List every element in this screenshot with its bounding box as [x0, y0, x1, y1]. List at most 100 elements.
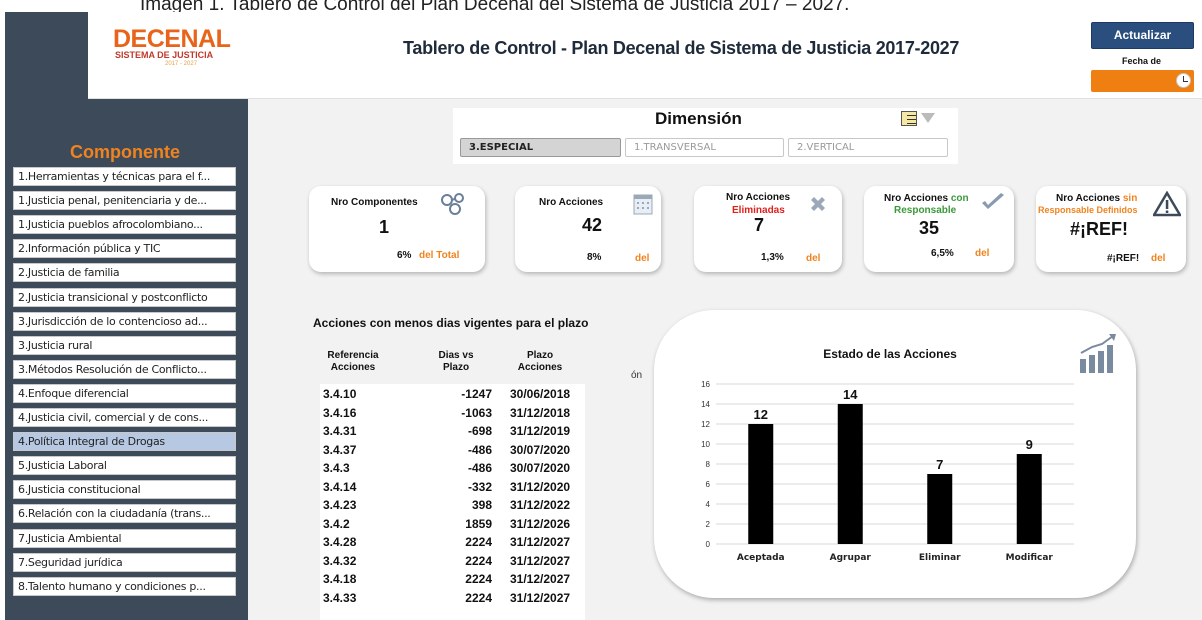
kpi-card-acciones: Nro Acciones 42 8% del — [515, 186, 661, 272]
y-tick-label: 16 — [701, 380, 710, 389]
sidebar-item[interactable]: 3.Métodos Resolución de Conflicto... — [13, 359, 236, 379]
table-title: Acciones con menos dias vigentes para el… — [313, 316, 589, 330]
sidebar-item[interactable]: 1.Herramientas y técnicas para el f... — [13, 167, 236, 186]
cell-plazo: 31/12/2026 — [510, 516, 571, 531]
cell-referencia: 3.4.37 — [323, 442, 357, 457]
cell-dias: -486 — [467, 442, 492, 457]
sidebar-item[interactable]: 6.Justicia constitucional — [13, 480, 236, 500]
cell-referencia: 3.4.33 — [323, 590, 357, 605]
update-button[interactable]: Actualizar — [1091, 22, 1194, 49]
data-label: 9 — [1026, 437, 1033, 452]
cell-dias: -1063 — [461, 405, 492, 420]
cell-dias: 2224 — [465, 590, 492, 605]
y-tick-label: 2 — [706, 520, 711, 529]
cell-referencia: 3.4.2 — [323, 516, 350, 531]
sidebar-item[interactable]: 4.Justicia civil, comercial y de cons... — [13, 408, 236, 427]
bar-modificar — [1016, 454, 1042, 544]
cell-dias: -486 — [467, 461, 492, 475]
date-field[interactable] — [1091, 70, 1194, 92]
kpi-card-sin-responsable: Nro Acciones sin Responsable Definidos #… — [1036, 186, 1186, 272]
cell-plazo: 31/12/2018 — [510, 405, 571, 420]
x-tick-label: Eliminar — [919, 553, 961, 563]
cell-dias: -1247 — [461, 387, 492, 401]
warning-icon — [1153, 191, 1181, 217]
cell-referencia: 3.4.14 — [323, 479, 357, 494]
kpi-label: Nro Acciones — [726, 192, 791, 203]
cell-plazo: 31/12/2027 — [510, 590, 571, 605]
x-tick-label: Agrupar — [830, 553, 872, 563]
dimension-option-transversal[interactable]: 1.TRANSVERSAL — [625, 138, 784, 157]
sidebar-item[interactable]: 4.Política Integral de Drogas — [13, 432, 236, 452]
x-tick-label: Aceptada — [737, 553, 785, 563]
table-row: 3.4.2 1859 31/12/2026 — [320, 516, 585, 532]
cell-referencia: 3.4.23 — [323, 498, 357, 512]
cell-plazo: 30/07/2020 — [510, 461, 571, 475]
cell-plazo: 30/07/2020 — [510, 442, 571, 457]
kpi-value: 42 — [582, 215, 603, 235]
kpi-suffix: del Total — [419, 250, 460, 261]
sidebar-item[interactable]: 7.Justicia Ambiental — [13, 528, 236, 548]
multi-select-icon[interactable] — [901, 111, 917, 126]
cell-dias: -332 — [467, 479, 492, 494]
cell-referencia: 3.4.32 — [323, 553, 357, 568]
sidebar-item[interactable]: 2.Información pública y TIC — [13, 239, 236, 259]
sidebar-item[interactable]: 1.Justicia pueblos afrocolombiano... — [13, 215, 236, 235]
sidebar-item[interactable]: 3.Jurisdicción de lo contencioso ad... — [13, 311, 236, 331]
dimension-option-vertical[interactable]: 2.VERTICAL — [788, 138, 948, 157]
cell-plazo: 30/06/2018 — [510, 387, 571, 401]
header-dias: Dias vs Plazo — [438, 350, 474, 373]
sidebar-item[interactable]: 5.Justicia Laboral — [13, 456, 236, 476]
kpi-suffix: del — [1151, 253, 1166, 264]
clock-icon[interactable] — [1176, 73, 1191, 88]
kpi-label: Nro Componentes — [331, 197, 418, 208]
table-row: 3.4.28 2224 31/12/2027 — [320, 534, 585, 550]
table-row: 3.4.32 2224 31/12/2027 — [320, 553, 585, 569]
table-row: 3.4.18 2224 31/12/2027 — [320, 571, 585, 587]
cell-dias: 1859 — [465, 516, 492, 531]
cell-referencia: 3.4.10 — [323, 387, 357, 401]
bar-aceptada — [748, 424, 774, 544]
delete-icon — [811, 197, 825, 211]
sidebar-item[interactable]: 1.Justicia penal, penitenciaria y de... — [13, 191, 236, 211]
sidebar-item[interactable]: 8.Talento humano y condiciones p... — [13, 576, 236, 596]
sidebar-item[interactable]: 6.Relación con la ciudadanía (trans... — [13, 504, 236, 524]
sidebar-item[interactable]: 2.Justicia transicional y postconflicto — [13, 287, 236, 307]
kpi-label: Nro Acciones con — [884, 193, 969, 204]
kpi-percent: 1,3% — [761, 252, 784, 263]
truncated-label: ón — [631, 370, 643, 381]
header-plazo: Plazo Acciones — [517, 350, 563, 373]
kpi-label: Nro Acciones — [539, 197, 604, 208]
table-row: 3.4.16 -1063 31/12/2018 — [320, 405, 585, 421]
page-title: Tablero de Control - Plan Decenal de Sis… — [403, 38, 960, 58]
header-dark-strip — [5, 12, 88, 99]
cell-referencia: 3.4.28 — [323, 535, 357, 549]
kpi-suffix: del — [975, 248, 990, 259]
y-tick-label: 0 — [706, 540, 711, 549]
dimension-option-especial[interactable]: 3.ESPECIAL — [460, 138, 621, 157]
cell-dias: 2224 — [465, 553, 492, 568]
kpi-percent: 6,5% — [931, 248, 954, 259]
sidebar-item[interactable]: 2.Justicia de familia — [13, 263, 236, 283]
kpi-card-eliminadas: Nro Acciones Eliminadas 7 1,3% del — [694, 186, 842, 272]
y-tick-label: 6 — [706, 480, 711, 489]
chart-title: Estado de las Acciones — [823, 347, 957, 361]
sidebar-item[interactable]: 3.Justicia rural — [13, 335, 236, 355]
kpi-value: 1 — [379, 217, 390, 237]
table-row: 3.4.14 -332 31/12/2020 — [320, 479, 585, 495]
kpi-card-componentes: Nro Componentes 1 6% del Total — [309, 186, 485, 272]
kpi-suffix: del — [635, 253, 650, 264]
kpi-value: 7 — [754, 215, 765, 235]
kpi-percent: 6% — [397, 250, 412, 261]
sidebar-item[interactable]: 7.Seguridad jurídica — [13, 552, 236, 572]
sidebar-item[interactable]: 4.Enfoque diferencial — [13, 383, 236, 403]
kpi-label: Nro Acciones sin — [1056, 193, 1138, 204]
cell-dias: 2224 — [465, 572, 492, 586]
table-row: 3.4.33 2224 31/12/2027 — [320, 590, 585, 606]
clear-filter-icon[interactable] — [921, 113, 935, 123]
cell-referencia: 3.4.3 — [323, 461, 350, 475]
table-row: 3.4.37 -486 30/07/2020 — [320, 442, 585, 458]
kpi-value: 35 — [919, 218, 940, 238]
y-tick-label: 14 — [701, 400, 710, 409]
table-row: 3.4.23 398 31/12/2022 — [320, 497, 585, 513]
cell-dias: 398 — [471, 498, 492, 512]
